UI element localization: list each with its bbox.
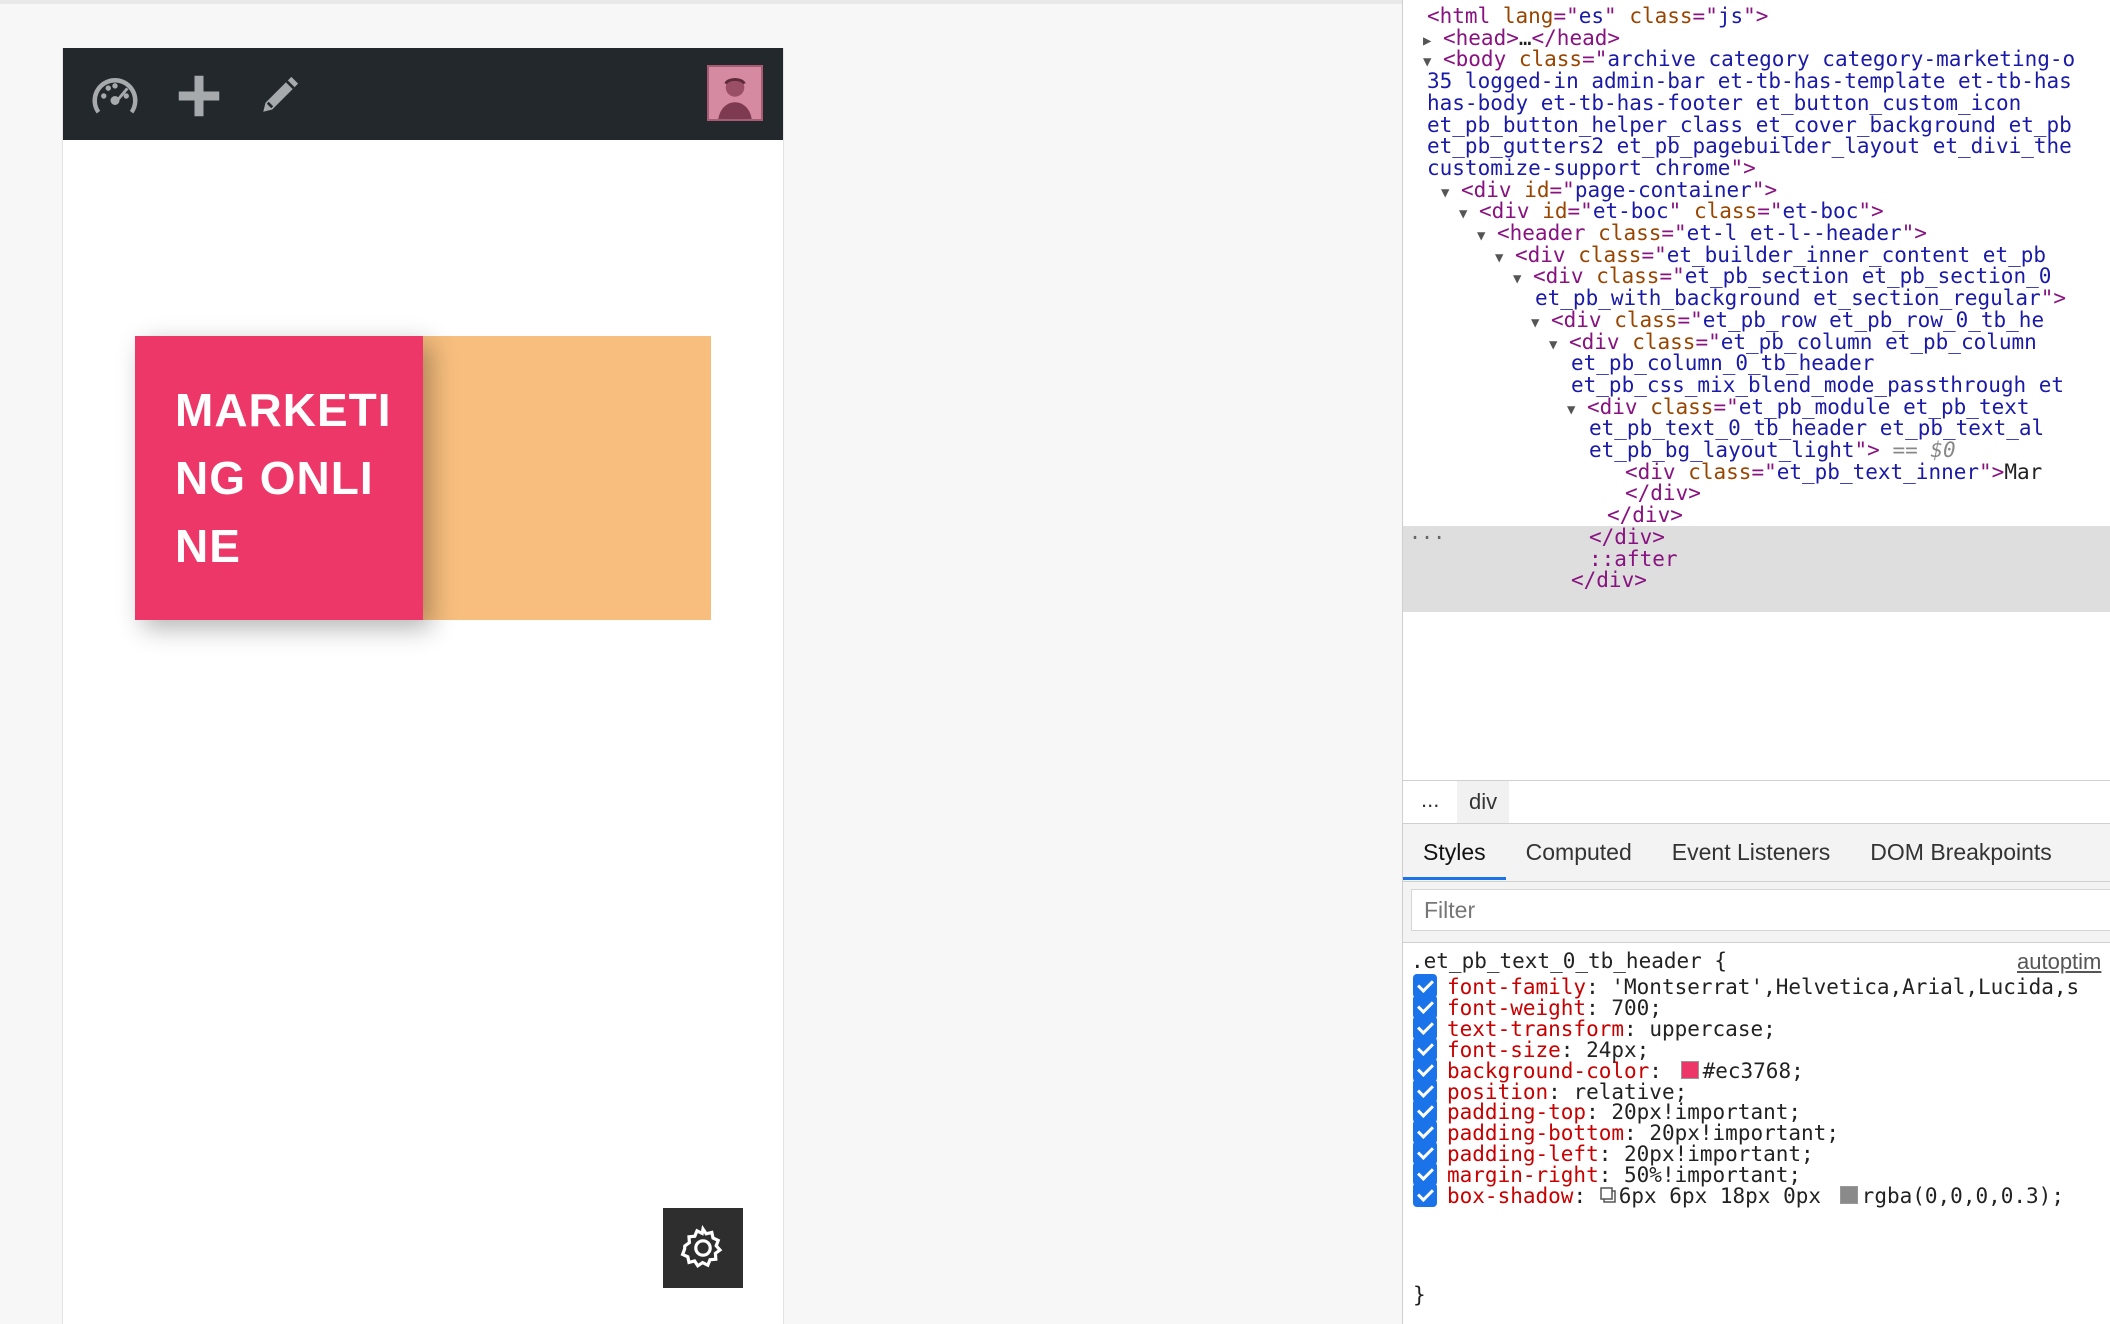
collapse-triangle-icon[interactable]: ▼ bbox=[1477, 222, 1497, 250]
filter-input[interactable] bbox=[1411, 889, 2110, 931]
dom-token: "> bbox=[1979, 459, 2005, 484]
collapse-triangle-icon[interactable]: ▼ bbox=[1495, 244, 1515, 272]
mobile-preview: Marketing Online bbox=[62, 48, 784, 1324]
color-swatch[interactable] bbox=[1839, 1186, 1858, 1204]
rule-close-brace: } bbox=[1413, 1283, 1426, 1307]
rule-selector[interactable]: .et_pb_text_0_tb_header { bbox=[1411, 949, 1727, 973]
page-viewport: Marketing Online bbox=[0, 0, 1402, 1324]
dom-token: js bbox=[1717, 4, 1744, 28]
breadcrumb-current[interactable]: div bbox=[1457, 781, 1510, 823]
gear-icon bbox=[680, 1224, 723, 1269]
devtools-tabs: Styles Computed Event Listeners DOM Brea… bbox=[1403, 824, 2110, 882]
collapse-triangle-icon[interactable]: ▼ bbox=[1513, 265, 1533, 293]
property-name[interactable]: box-shadow bbox=[1447, 1184, 1573, 1208]
selected-node-highlight bbox=[1403, 526, 2110, 612]
collapse-triangle-icon[interactable]: ▼ bbox=[1567, 396, 1587, 424]
header-module: Marketing Online bbox=[135, 336, 711, 620]
property-value[interactable]: 'Montserrat',Helvetica,Arial,Lucida,s bbox=[1611, 975, 2079, 999]
header-title: Marketing Online bbox=[175, 384, 392, 572]
admin-bar bbox=[63, 48, 783, 140]
dashboard-icon[interactable] bbox=[87, 68, 143, 124]
settings-button[interactable] bbox=[663, 1208, 743, 1288]
dom-token: "> bbox=[1743, 4, 1769, 28]
property-value[interactable]: uppercase; bbox=[1649, 1017, 1775, 1041]
avatar-photo-icon bbox=[709, 67, 761, 119]
dom-token: </div> bbox=[1571, 568, 1647, 593]
collapse-triangle-icon[interactable]: ▼ bbox=[1459, 200, 1479, 228]
avatar[interactable] bbox=[707, 65, 763, 121]
dom-node-line[interactable]: </div> bbox=[1571, 566, 1647, 594]
breadcrumb-more[interactable]: ... bbox=[1421, 787, 1439, 813]
tab-dom-breakpoints[interactable]: DOM Breakpoints bbox=[1850, 824, 2072, 880]
breadcrumb: ... div bbox=[1403, 780, 2110, 824]
collapse-triangle-icon[interactable]: ▼ bbox=[1441, 179, 1461, 207]
dom-token: class bbox=[1629, 4, 1693, 28]
pencil-icon[interactable] bbox=[251, 68, 307, 124]
collapse-triangle-icon[interactable]: ▼ bbox=[1549, 331, 1569, 359]
styles-pane: .et_pb_text_0_tb_header { autoptim font-… bbox=[1403, 942, 2110, 1324]
viewport-top-border bbox=[0, 0, 1402, 4]
dom-token: =" bbox=[1751, 459, 1777, 484]
shadow-editor-icon[interactable] bbox=[1599, 1184, 1619, 1208]
elements-tree[interactable]: ... <html lang="es" class="js"> ▶ <head>…<… bbox=[1403, 0, 2110, 780]
style-declaration: box-shadow: 6px 6px 18px 0px rgba(0,0,0,… bbox=[1413, 1182, 2064, 1210]
tab-styles[interactable]: Styles bbox=[1403, 824, 1506, 880]
dom-token: et_pb_text_inner bbox=[1776, 459, 1980, 484]
node-actions-button[interactable]: ... bbox=[1409, 520, 1445, 544]
collapse-triangle-icon[interactable]: ▼ bbox=[1531, 309, 1551, 337]
rule-source-link[interactable]: autoptim bbox=[2017, 949, 2101, 975]
declaration-checkbox[interactable] bbox=[1413, 1183, 1437, 1207]
devtools-panel: ... <html lang="es" class="js"> ▶ <head>…<… bbox=[1402, 0, 2110, 1324]
colon: : bbox=[1573, 1184, 1599, 1208]
dom-token: =" bbox=[1692, 4, 1718, 28]
color-swatch[interactable] bbox=[1680, 1060, 1699, 1079]
tab-computed[interactable]: Computed bbox=[1506, 824, 1652, 880]
tab-event-listeners[interactable]: Event Listeners bbox=[1652, 824, 1851, 880]
plus-icon[interactable] bbox=[171, 68, 227, 124]
dom-token: Mar bbox=[2004, 459, 2043, 484]
header-text-module: Marketing Online bbox=[135, 336, 423, 620]
property-value-color[interactable]: rgba(0,0,0,0.3); bbox=[1862, 1184, 2064, 1208]
property-value[interactable]: #ec3768; bbox=[1703, 1059, 1804, 1083]
property-value[interactable]: 6px 6px 18px 0px bbox=[1619, 1184, 1834, 1208]
filter-bar bbox=[1403, 882, 2110, 942]
dom-token: "> bbox=[2040, 286, 2067, 311]
